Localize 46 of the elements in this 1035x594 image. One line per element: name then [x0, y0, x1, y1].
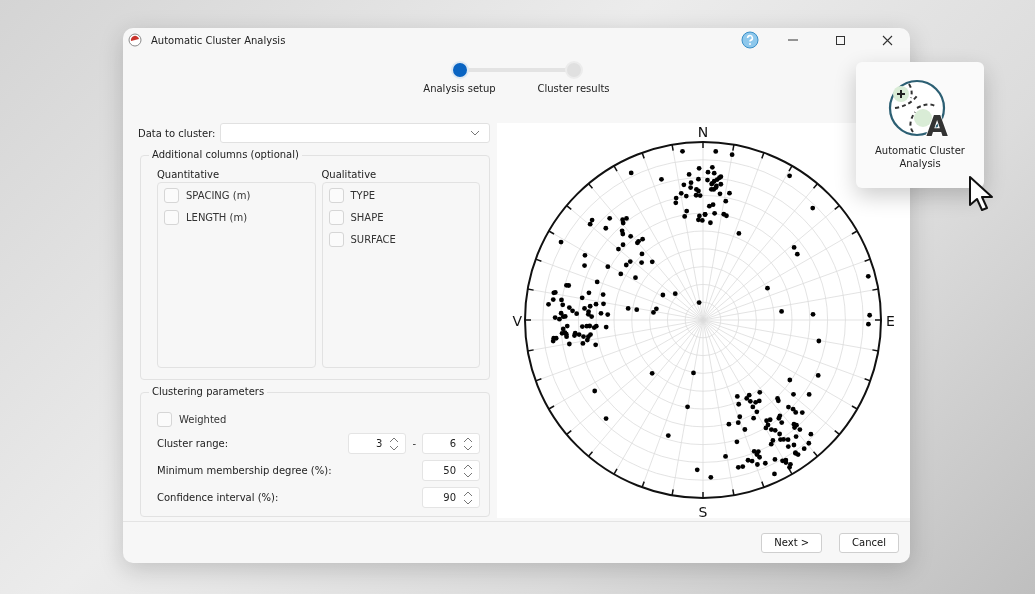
number-field[interactable]: 90 — [422, 487, 480, 508]
direction-label: E — [886, 313, 895, 329]
group-title: Additional columns (optional) — [149, 149, 302, 160]
spinner-arrows-icon[interactable] — [389, 436, 400, 451]
help-icon — [741, 31, 759, 49]
close-icon — [881, 34, 893, 46]
checkbox-label: LENGTH (m) — [186, 212, 248, 223]
checkbox[interactable] — [157, 412, 172, 427]
range-separator: - — [412, 438, 416, 449]
group-title: Clustering parameters — [149, 386, 268, 397]
column-title: Quantitative — [157, 169, 221, 180]
number-field[interactable]: 6 — [422, 433, 480, 454]
parameter-label: Minimum membership degree (%): — [157, 465, 332, 476]
checkbox-label: Weighted — [179, 414, 227, 425]
app-icon — [128, 33, 142, 47]
checkbox[interactable] — [328, 188, 344, 203]
checkbox[interactable] — [164, 188, 179, 203]
number-field[interactable]: 50 — [422, 460, 480, 481]
parameter-label: Cluster range: — [157, 438, 229, 449]
step-label: Cluster results — [537, 83, 610, 94]
spinner-arrows-icon[interactable] — [463, 436, 473, 451]
tool-label: Automatic Cluster Analysis — [874, 144, 966, 170]
step-label: Analysis setup — [423, 83, 496, 94]
field-label: Data to cluster: — [138, 127, 216, 139]
chevron-down-icon — [470, 130, 480, 136]
direction-label: N — [697, 124, 709, 140]
checkbox[interactable] — [328, 232, 344, 247]
column-title: Qualitative — [321, 169, 378, 180]
parameter-label: Confidence interval (%): — [157, 492, 279, 503]
checkbox-label: SHAPE — [350, 212, 384, 223]
dialog-button[interactable]: Next > — [761, 532, 823, 553]
dialog-button[interactable]: Cancel — [839, 532, 899, 553]
window-title: Automatic Cluster Analysis — [151, 34, 286, 46]
checkbox[interactable] — [164, 210, 179, 225]
dropdown-field[interactable] — [220, 123, 490, 143]
number-field[interactable]: 3 — [348, 433, 407, 454]
step-dot[interactable] — [450, 61, 469, 79]
spinner-arrows-icon[interactable] — [463, 463, 473, 478]
spinner-arrows-icon[interactable] — [463, 490, 473, 505]
maximize-icon — [834, 34, 846, 46]
direction-label: S — [698, 504, 708, 518]
checkbox-label: SURFACE — [350, 234, 396, 245]
checkbox-label: TYPE — [350, 190, 376, 201]
checkbox[interactable] — [328, 210, 344, 225]
direction-label: V — [512, 313, 522, 329]
checkbox-label: SPACING (m) — [186, 190, 251, 201]
